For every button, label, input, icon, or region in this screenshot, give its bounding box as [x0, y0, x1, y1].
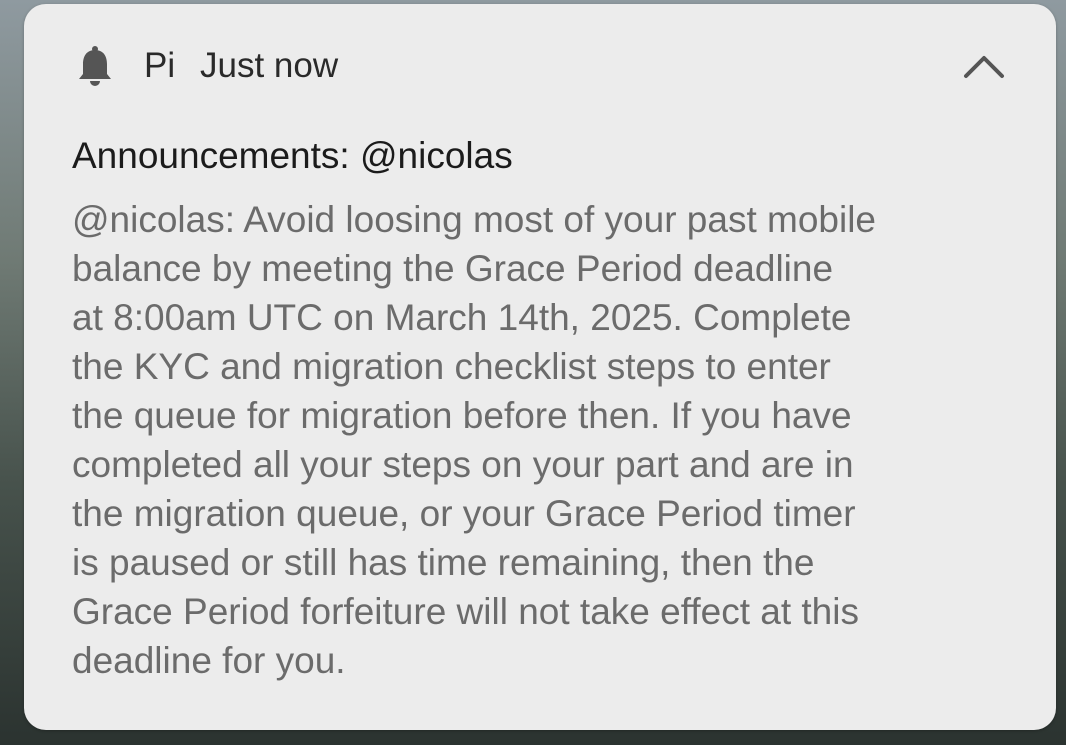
body-line: balance by meeting the Grace Period dead… — [72, 248, 834, 289]
body-line: Grace Period forfeiture will not take ef… — [72, 591, 859, 632]
app-name: Pi — [144, 46, 176, 85]
body-line: the KYC and migration checklist steps to… — [72, 346, 831, 387]
notification-body: @nicolas: Avoid loosing most of your pas… — [72, 195, 1012, 685]
body-line: completed all your steps on your part an… — [72, 444, 854, 485]
body-line: deadline for you. — [72, 640, 346, 681]
body-line: at 8:00am UTC on March 14th, 2025. Compl… — [72, 297, 852, 338]
notification-header: Pi Just now — [24, 4, 1056, 124]
body-line: is paused or still has time remaining, t… — [72, 542, 815, 583]
body-line: the migration queue, or your Grace Perio… — [72, 493, 856, 534]
notification-time: Just now — [200, 46, 339, 85]
bell-icon — [77, 44, 113, 88]
body-line: @nicolas: Avoid loosing most of your pas… — [72, 199, 877, 240]
body-line: the queue for migration before then. If … — [72, 395, 852, 436]
notification-card[interactable]: Pi Just now Announcements: @nicolas @nic… — [24, 4, 1056, 730]
chevron-up-icon[interactable] — [954, 44, 1014, 88]
notification-title: Announcements: @nicolas — [72, 135, 513, 176]
